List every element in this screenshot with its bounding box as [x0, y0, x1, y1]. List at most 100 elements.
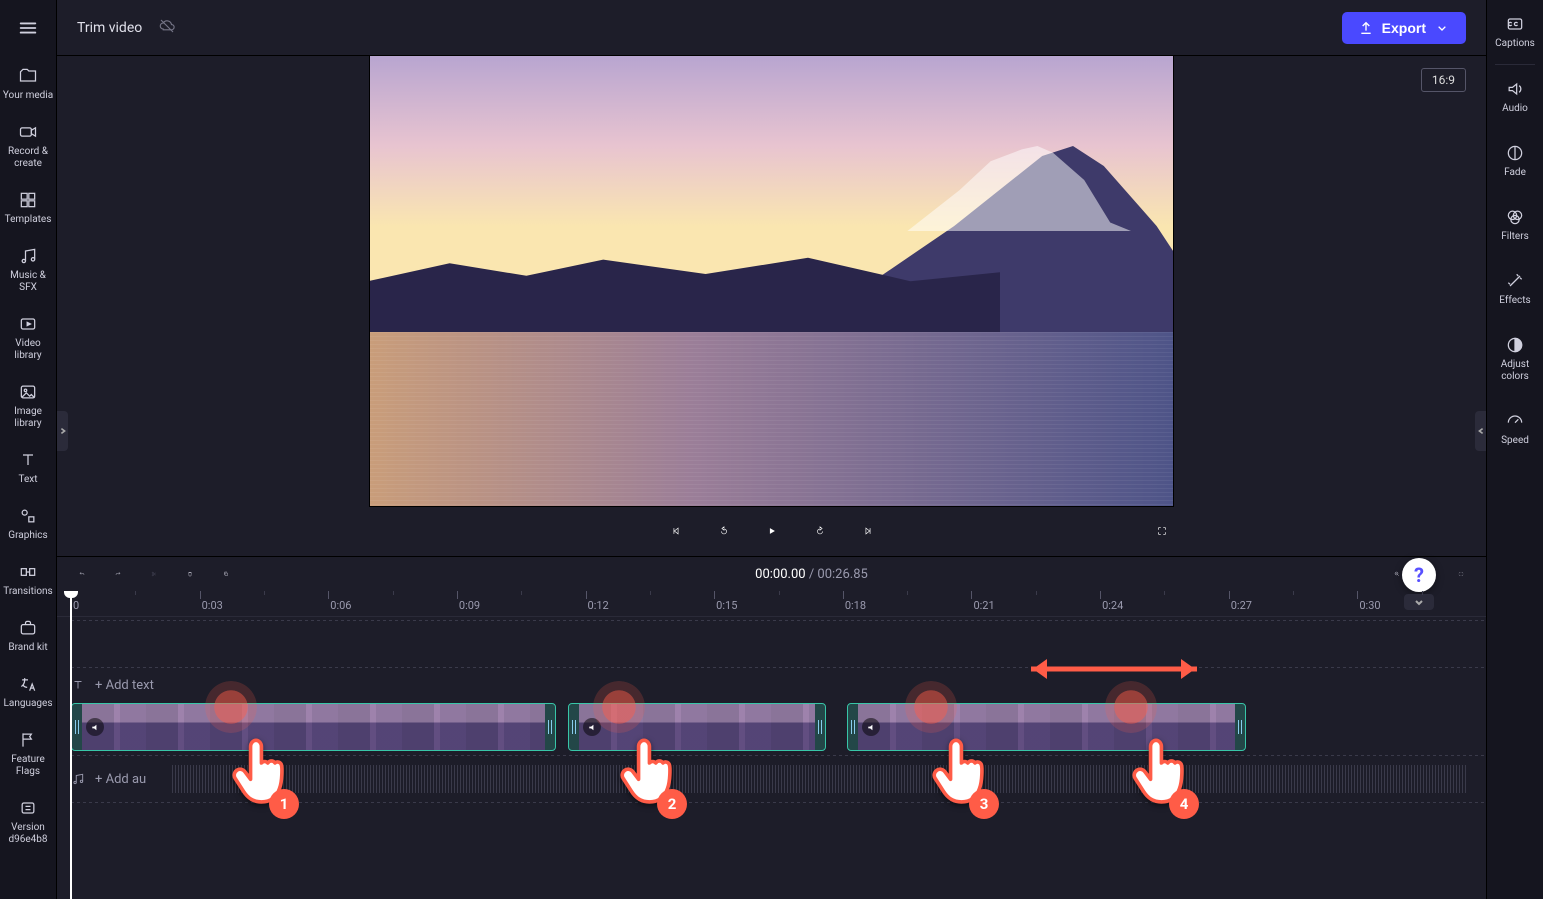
expand-right-panel-button[interactable] — [1475, 411, 1486, 451]
sidebar-item-label: Music & SFX — [2, 270, 54, 294]
sidebar-record-create[interactable]: Record & create — [0, 112, 56, 180]
video-clip-1[interactable] — [71, 703, 556, 751]
help-button[interactable]: ? — [1402, 558, 1436, 592]
effects-icon — [1505, 271, 1525, 291]
video-canvas[interactable] — [370, 56, 1173, 506]
camera-icon — [18, 122, 38, 142]
rside-audio[interactable]: Audio — [1487, 65, 1543, 129]
clip-trim-left[interactable] — [569, 704, 579, 750]
rside-speed[interactable]: Speed — [1487, 397, 1543, 461]
undo-button[interactable] — [73, 565, 91, 583]
time-ruler[interactable]: 00:030:060:090:120:150:180:210:240:270:3… — [57, 591, 1486, 617]
clip-trim-right[interactable] — [815, 704, 825, 750]
audio-icon — [1505, 79, 1525, 99]
sidebar-item-label: Record & create — [2, 146, 54, 170]
sidebar-graphics[interactable]: Graphics — [0, 496, 56, 552]
aspect-ratio-button[interactable]: 16:9 — [1421, 68, 1466, 92]
redo-button[interactable] — [109, 565, 127, 583]
rside-label: Effects — [1499, 295, 1530, 307]
skip-forward-button[interactable] — [857, 520, 879, 542]
sidebar-transitions[interactable]: Transitions — [0, 552, 56, 608]
sidebar-music-sfx[interactable]: Music & SFX — [0, 236, 56, 304]
sidebar-item-label: Feature Flags — [2, 754, 54, 778]
add-text-track[interactable]: + Add text — [71, 671, 1486, 699]
menu-button[interactable] — [0, 0, 56, 56]
template-icon — [18, 190, 38, 210]
sidebar-item-label: Text — [18, 474, 37, 486]
split-button[interactable] — [145, 565, 163, 583]
rside-label: Speed — [1501, 435, 1529, 447]
flag-icon — [18, 730, 38, 750]
text-icon — [71, 678, 85, 692]
timecode-display: 00:00.00 / 00:26.85 — [253, 567, 1370, 582]
sidebar-templates[interactable]: Templates — [0, 180, 56, 236]
sidebar-item-label: Languages — [4, 698, 53, 710]
rside-filters[interactable]: Filters — [1487, 193, 1543, 257]
rewind-button[interactable] — [713, 520, 735, 542]
captions-icon — [1505, 14, 1525, 34]
fade-icon — [1505, 143, 1525, 163]
play-button[interactable] — [761, 520, 783, 542]
rside-captions[interactable]: Captions — [1487, 0, 1543, 64]
left-sidebar: Your media Record & create Templates Mus… — [0, 0, 57, 899]
export-label: Export — [1382, 20, 1426, 36]
sidebar-version[interactable]: Version d96e4b8 — [0, 788, 56, 856]
video-library-icon — [18, 314, 38, 334]
forward-button[interactable] — [809, 520, 831, 542]
timeline[interactable]: 00:030:060:090:120:150:180:210:240:270:3… — [57, 591, 1486, 899]
duplicate-button[interactable] — [217, 565, 235, 583]
rside-effects[interactable]: Effects — [1487, 257, 1543, 321]
export-button[interactable]: Export — [1342, 12, 1466, 44]
rside-adjust-colors[interactable]: Adjust colors — [1487, 321, 1543, 397]
total-duration: 00:26.85 — [817, 567, 867, 582]
sidebar-item-label: Graphics — [8, 530, 47, 542]
sidebar-languages[interactable]: Languages — [0, 664, 56, 720]
sidebar-item-label: Your media — [3, 90, 53, 102]
text-icon — [18, 450, 38, 470]
delete-button[interactable] — [181, 565, 199, 583]
sidebar-item-label: Brand kit — [8, 642, 47, 654]
clip-trim-left[interactable] — [848, 704, 858, 750]
add-audio-label: + Add au — [95, 772, 146, 787]
current-time: 00:00.00 — [755, 567, 805, 582]
folder-icon — [18, 66, 38, 86]
sidebar-item-label: Image library — [2, 406, 54, 430]
shapes-icon — [18, 506, 38, 526]
clip-trim-right[interactable] — [1235, 704, 1245, 750]
rside-fade[interactable]: Fade — [1487, 129, 1543, 193]
clip-trim-right[interactable] — [545, 704, 555, 750]
filters-icon — [1505, 207, 1525, 227]
clip-volume-icon[interactable] — [862, 718, 880, 736]
tutorial-pointer-1: 1 — [227, 737, 285, 807]
sidebar-item-label: Templates — [5, 214, 52, 226]
playhead[interactable] — [70, 591, 72, 899]
sidebar-text[interactable]: Text — [0, 440, 56, 496]
project-title[interactable]: Trim video — [77, 20, 142, 36]
rside-label: Filters — [1501, 231, 1529, 243]
rside-label: Audio — [1502, 103, 1528, 115]
sidebar-brand-kit[interactable]: Brand kit — [0, 608, 56, 664]
upload-icon — [1358, 20, 1374, 36]
preview-area: 16:9 ? — [57, 56, 1486, 556]
speed-icon — [1505, 411, 1525, 431]
sidebar-feature-flags[interactable]: Feature Flags — [0, 720, 56, 788]
tutorial-arrow — [1019, 649, 1209, 689]
languages-icon — [18, 674, 38, 694]
tutorial-pointer-2: 2 — [615, 737, 673, 807]
music-icon — [71, 772, 85, 786]
clip-trim-left[interactable] — [72, 704, 82, 750]
rside-label: Captions — [1495, 38, 1535, 50]
sidebar-your-media[interactable]: Your media — [0, 56, 56, 112]
briefcase-icon — [18, 618, 38, 638]
audio-waveform — [171, 765, 1466, 793]
header: Trim video Export — [57, 0, 1486, 56]
sidebar-video-library[interactable]: Video library — [0, 304, 56, 372]
sidebar-image-library[interactable]: Image library — [0, 372, 56, 440]
fullscreen-button[interactable] — [1151, 520, 1173, 542]
fit-zoom-button[interactable] — [1452, 565, 1470, 583]
skip-back-button[interactable] — [665, 520, 687, 542]
sidebar-item-label: Video library — [2, 338, 54, 362]
clip-volume-icon[interactable] — [86, 718, 104, 736]
image-icon — [18, 382, 38, 402]
right-sidebar: Captions Audio Fade Filters Effects Adju… — [1486, 0, 1543, 899]
